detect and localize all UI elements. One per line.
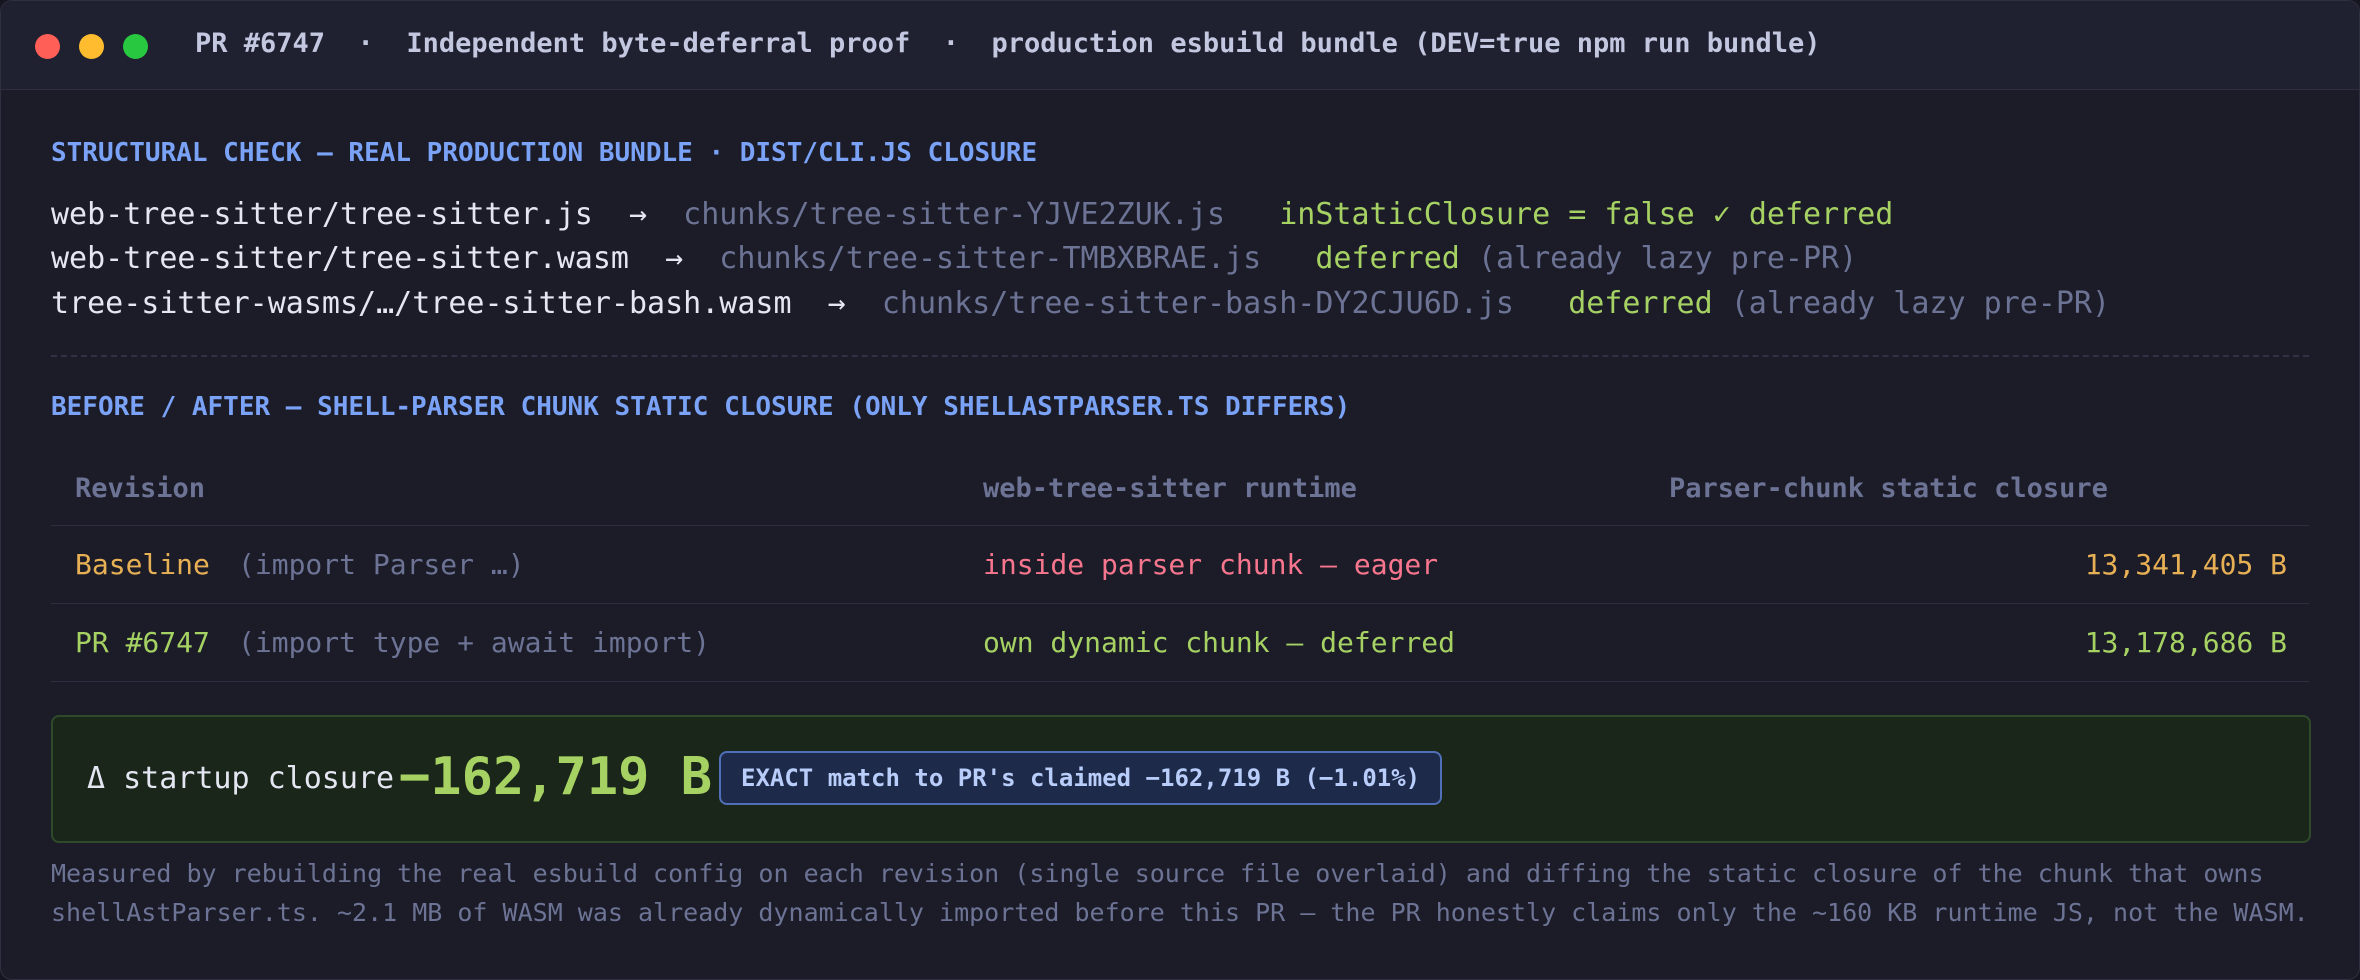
- source-path: web-tree-sitter/tree-sitter.wasm: [51, 241, 629, 276]
- footnote-line: Measured by rebuilding the real esbuild …: [51, 859, 2264, 888]
- status-note: (already lazy pre-PR): [1477, 241, 1858, 276]
- chunk-path: chunks/tree-sitter-TMBXBRAE.js: [719, 241, 1262, 276]
- title-bar: PR #6747 · Independent byte-deferral pro…: [1, 1, 2359, 90]
- revision-detail: (import Parser …): [238, 548, 525, 581]
- chunk-path: chunks/tree-sitter-bash-DY2CJU6D.js: [881, 286, 1514, 321]
- revision-name: PR #6747: [75, 626, 210, 659]
- window-title: PR #6747 · Independent byte-deferral pro…: [195, 28, 1821, 59]
- terminal-window: PR #6747 · Independent byte-deferral pro…: [0, 0, 2360, 980]
- status-note: (already lazy pre-PR): [1730, 286, 2111, 321]
- runtime-placement: inside parser chunk — eager: [983, 548, 1439, 581]
- source-path: web-tree-sitter/tree-sitter.js: [51, 197, 593, 232]
- structural-row: tree-sitter-wasms/…/tree-sitter-bash.was…: [51, 286, 2110, 321]
- delta-summary-panel: Δ startup closure −162,719 B EXACT match…: [51, 715, 2311, 843]
- arrow-icon: →: [827, 286, 846, 321]
- closure-size: 13,178,686 B: [2084, 626, 2287, 659]
- table-divider: [51, 681, 2309, 682]
- table-divider: [51, 525, 2309, 526]
- arrow-icon: →: [628, 197, 648, 232]
- exact-match-badge: EXACT match to PR's claimed −162,719 B (…: [719, 751, 1443, 805]
- revision-detail: (import type + await import): [238, 626, 711, 659]
- delta-value: −162,719 B: [399, 747, 713, 807]
- table-divider: [51, 603, 2309, 604]
- runtime-placement: own dynamic chunk — deferred: [983, 626, 1456, 659]
- zoom-window-button[interactable]: [123, 34, 148, 59]
- chunk-path: chunks/tree-sitter-YJVE2ZUK.js: [683, 197, 1226, 232]
- column-header-runtime: web-tree-sitter runtime: [983, 473, 1357, 504]
- closure-size: 13,341,405 B: [2084, 548, 2287, 581]
- column-header-closure: Parser-chunk static closure: [1669, 473, 2108, 504]
- deferral-status: deferred: [1568, 286, 1713, 321]
- structural-row: web-tree-sitter/tree-sitter.wasm → chunk…: [51, 241, 1857, 276]
- column-header-revision: Revision: [75, 473, 206, 504]
- section-divider: [51, 355, 2309, 357]
- arrow-icon: →: [665, 241, 684, 276]
- deferral-status: deferred: [1315, 241, 1460, 276]
- structural-row: web-tree-sitter/tree-sitter.js → chunks/…: [51, 197, 1893, 232]
- revision-name: Baseline: [75, 548, 210, 581]
- source-path: tree-sitter-wasms/…/tree-sitter-bash.was…: [51, 286, 792, 321]
- before-after-heading: BEFORE / AFTER — SHELL-PARSER CHUNK STAT…: [51, 392, 1351, 422]
- close-window-button[interactable]: [35, 34, 60, 59]
- minimize-window-button[interactable]: [79, 34, 104, 59]
- structural-check-heading: STRUCTURAL CHECK — REAL PRODUCTION BUNDL…: [51, 138, 1038, 168]
- footnote-line: shellAstParser.ts. ~2.1 MB of WASM was a…: [51, 898, 2309, 927]
- deferral-status: inStaticClosure = false ✓ deferred: [1279, 197, 1894, 232]
- delta-label: Δ startup closure: [87, 761, 395, 796]
